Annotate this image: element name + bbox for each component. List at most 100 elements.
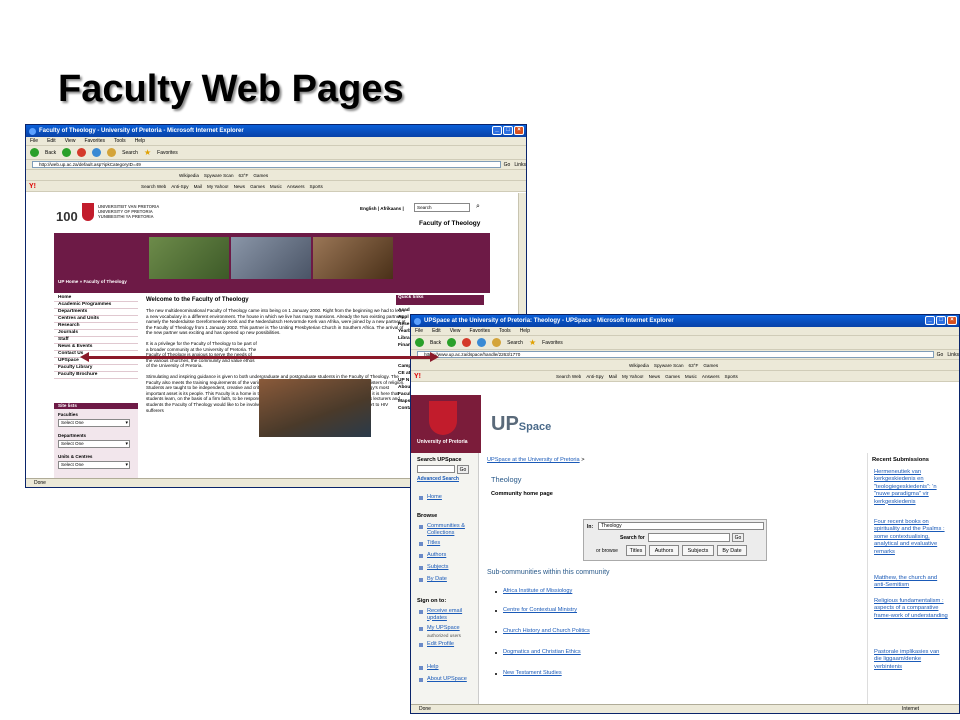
refresh-icon[interactable]: [477, 338, 487, 347]
y-search-web[interactable]: Search Web: [556, 374, 581, 379]
y-news[interactable]: News: [649, 374, 661, 379]
subcommunity-link[interactable]: Africa Institute of Missiology: [503, 588, 572, 594]
star-icon[interactable]: ★: [529, 338, 536, 347]
vmn-wikipedia[interactable]: Wikipedia: [629, 363, 649, 368]
nav-brochure[interactable]: Faculty Brochure: [54, 372, 138, 379]
menu-tools[interactable]: Tools: [114, 138, 126, 144]
favorites-button[interactable]: Favorites: [157, 150, 178, 156]
stop-icon[interactable]: [462, 338, 472, 347]
advanced-search-link[interactable]: Advanced Search: [417, 476, 459, 482]
close-button[interactable]: ×: [514, 126, 524, 135]
home-link[interactable]: Home: [427, 494, 442, 501]
menu-view[interactable]: View: [65, 138, 76, 144]
browse-titles-button[interactable]: Titles: [626, 545, 646, 556]
nav-research[interactable]: Research: [54, 323, 138, 330]
receive-email-link[interactable]: Receive email updates: [427, 608, 473, 621]
vmn-weather[interactable]: 63°F: [689, 363, 699, 368]
browse-authors[interactable]: Authors: [427, 552, 446, 559]
menu-favorites[interactable]: Favorites: [84, 138, 105, 144]
subcommunity-link[interactable]: Church History and Church Politics: [503, 628, 590, 634]
back-button[interactable]: Back: [430, 340, 441, 346]
y-sports[interactable]: Sports: [310, 184, 323, 189]
y-games[interactable]: Games: [250, 184, 265, 189]
y-music[interactable]: Music: [685, 374, 697, 379]
recent-item[interactable]: Four recent books on spirituality and th…: [874, 519, 948, 556]
browse-subjects[interactable]: Subjects: [427, 564, 448, 571]
vmn-weather[interactable]: 63°F: [239, 173, 249, 178]
help-link[interactable]: Help: [427, 664, 439, 671]
edit-profile-link[interactable]: Edit Profile: [427, 641, 454, 648]
subcommunity-link[interactable]: Centre for Contextual Ministry: [503, 607, 577, 613]
form-go-button[interactable]: Go: [732, 533, 744, 542]
vmn-spyware[interactable]: Spyware Scan: [654, 363, 684, 368]
site-search-input[interactable]: Search: [414, 203, 470, 212]
subcommunity-link[interactable]: Dogmatics and Christian Ethics: [503, 649, 581, 655]
breadcrumb[interactable]: UP Home » Faculty of Theology: [58, 279, 127, 284]
forward-icon[interactable]: [447, 338, 457, 347]
search-icon[interactable]: ⌕: [476, 203, 480, 211]
y-anti-spy[interactable]: Anti-Spy: [586, 374, 603, 379]
y-mail[interactable]: Mail: [194, 184, 202, 189]
home-icon[interactable]: [492, 338, 502, 347]
browse-subjects-button[interactable]: Subjects: [682, 545, 714, 556]
vmn-spyware[interactable]: Spyware Scan: [204, 173, 234, 178]
recent-item[interactable]: Religious fundamentalism : aspects of a …: [874, 598, 948, 620]
language-links[interactable]: English | Afrikaans |: [360, 206, 404, 211]
menu-file[interactable]: File: [415, 328, 423, 334]
y-games[interactable]: Games: [665, 374, 680, 379]
star-icon[interactable]: ★: [144, 148, 151, 157]
back-icon[interactable]: [30, 148, 39, 157]
nav-home[interactable]: Home: [54, 295, 138, 302]
upspace-search-input[interactable]: [417, 465, 455, 473]
y-search-web[interactable]: Search Web: [141, 184, 166, 189]
close-button[interactable]: ×: [947, 316, 957, 325]
nav-news[interactable]: News & Events: [54, 344, 138, 351]
forward-icon[interactable]: [62, 148, 72, 157]
y-my-yahoo[interactable]: My Yahoo!: [207, 184, 229, 189]
yahoo-logo[interactable]: Y!: [414, 373, 421, 380]
vmn-wikipedia[interactable]: Wikipedia: [179, 173, 199, 178]
recent-item[interactable]: Pastorale implikasies van die liggaam/de…: [874, 649, 948, 671]
y-music[interactable]: Music: [270, 184, 282, 189]
nav-upspace[interactable]: UPSpace: [54, 358, 138, 365]
window-titlebar[interactable]: Faculty of Theology - University of Pret…: [26, 125, 526, 137]
browse-authors-button[interactable]: Authors: [649, 545, 679, 556]
browse-date-button[interactable]: By Date: [717, 545, 747, 556]
back-icon[interactable]: [415, 338, 424, 347]
my-upspace-link[interactable]: My UPSpace: [427, 625, 460, 632]
maximize-button[interactable]: □: [936, 316, 946, 325]
minimize-button[interactable]: _: [925, 316, 935, 325]
menu-file[interactable]: File: [30, 138, 38, 144]
quick-item[interactable]: Acad: [398, 307, 412, 314]
y-my-yahoo[interactable]: My Yahoo!: [622, 374, 644, 379]
menu-help[interactable]: Help: [520, 328, 530, 334]
go-button[interactable]: Go: [504, 162, 511, 168]
menu-edit[interactable]: Edit: [47, 138, 56, 144]
crumb-link[interactable]: UPSpace at the University of Pretoria: [487, 457, 580, 463]
maximize-button[interactable]: □: [503, 126, 513, 135]
links-label[interactable]: Links: [947, 352, 959, 358]
scope-select[interactable]: Theology: [598, 522, 764, 530]
browse-by-date[interactable]: By Date: [427, 576, 447, 583]
minimize-button[interactable]: _: [492, 126, 502, 135]
window-titlebar[interactable]: UPSpace at the University of Pretoria: T…: [411, 315, 959, 327]
refresh-icon[interactable]: [92, 148, 102, 157]
search-button[interactable]: Search: [122, 150, 138, 156]
recent-item[interactable]: Matthew, the church and anti-Semitism: [874, 575, 948, 590]
menu-favorites[interactable]: Favorites: [469, 328, 490, 334]
nav-academic[interactable]: Academic Programmes: [54, 302, 138, 309]
search-button[interactable]: Search: [507, 340, 523, 346]
vmn-games[interactable]: Games: [253, 173, 268, 178]
subcommunity-link[interactable]: New Testament Studies: [503, 670, 562, 676]
menu-view[interactable]: View: [450, 328, 461, 334]
go-button[interactable]: Go: [937, 352, 944, 358]
ie-window-upspace[interactable]: UPSpace at the University of Pretoria: T…: [410, 314, 960, 714]
y-answers[interactable]: Answers: [287, 184, 305, 189]
stop-icon[interactable]: [77, 148, 87, 157]
y-answers[interactable]: Answers: [702, 374, 720, 379]
faculties-select[interactable]: Select One: [58, 419, 130, 427]
browse-titles[interactable]: Titles: [427, 540, 440, 547]
links-label[interactable]: Links: [514, 162, 526, 168]
home-icon[interactable]: [107, 148, 117, 157]
menu-help[interactable]: Help: [135, 138, 145, 144]
